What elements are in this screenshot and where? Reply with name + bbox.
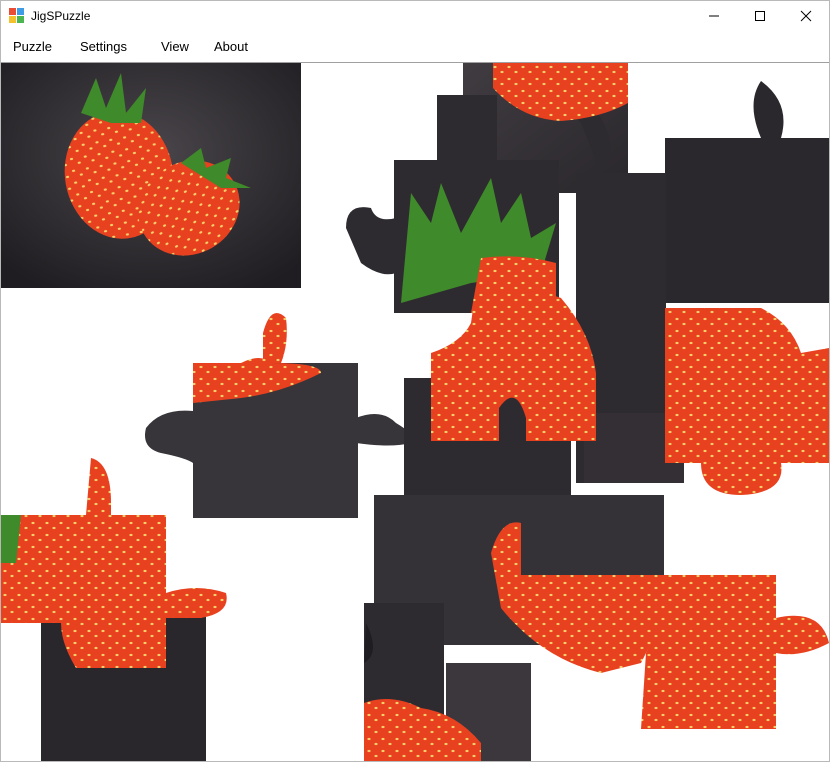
minimize-icon[interactable] [691,1,737,31]
window-controls [691,1,829,31]
app-window: JigSPuzzle Puzzle Settings View About [0,0,830,762]
menu-settings[interactable]: Settings [80,39,127,54]
close-icon[interactable] [783,1,829,31]
title-bar: JigSPuzzle [1,1,829,31]
puzzle-board[interactable] [1,63,829,761]
menu-view[interactable]: View [161,39,189,54]
app-logo-icon [9,8,25,24]
menu-bar: Puzzle Settings View About [1,31,829,63]
menu-puzzle[interactable]: Puzzle [13,39,52,54]
maximize-icon[interactable] [737,1,783,31]
reference-image [1,63,301,288]
menu-about[interactable]: About [214,39,248,54]
window-title: JigSPuzzle [31,9,91,23]
